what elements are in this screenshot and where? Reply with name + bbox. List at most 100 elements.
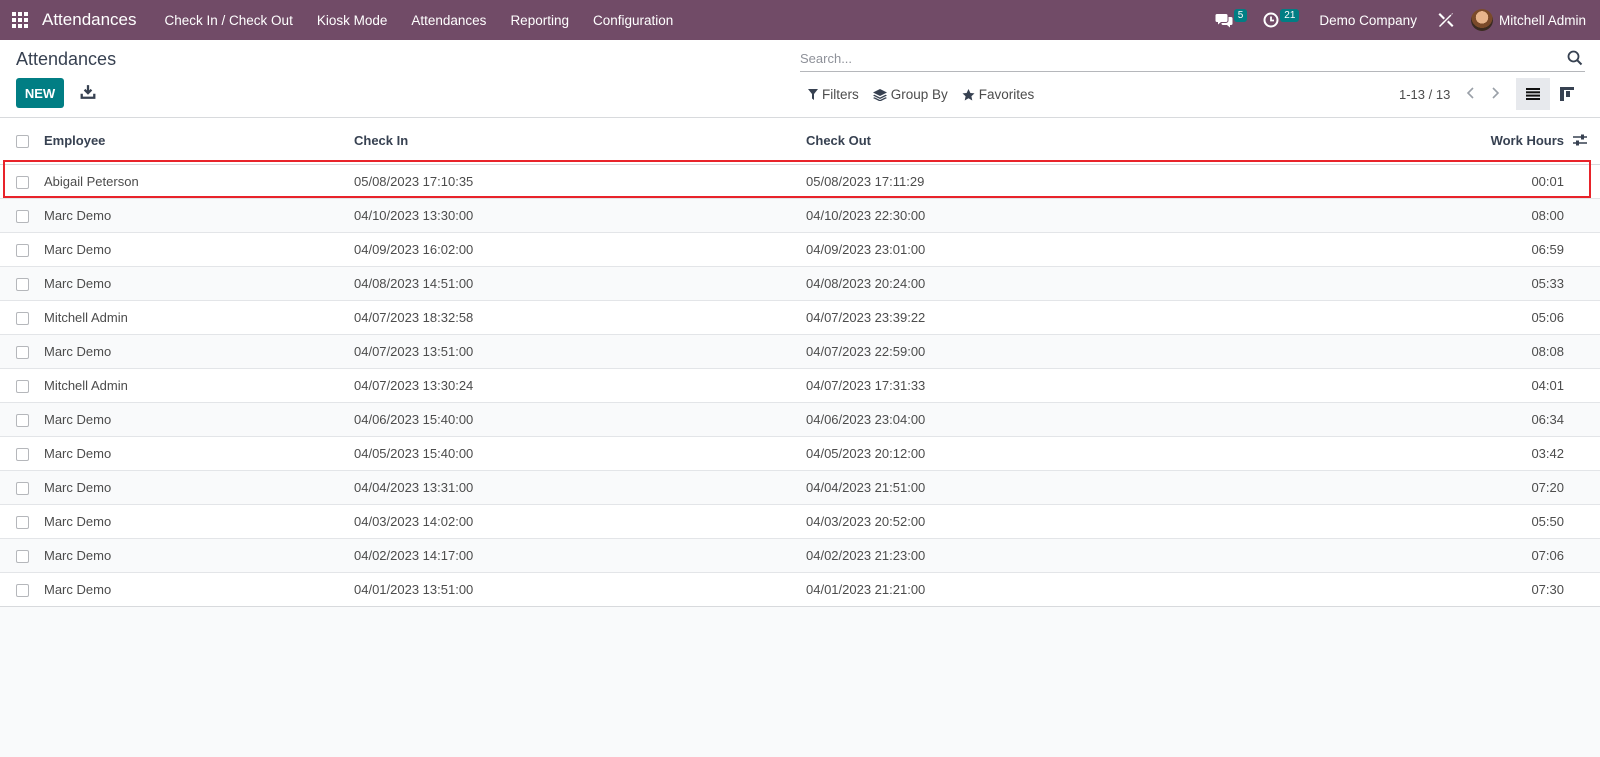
- cell-check-out[interactable]: 04/03/2023 20:52:00: [806, 504, 1420, 538]
- row-checkbox[interactable]: [16, 379, 29, 393]
- cell-work-hours[interactable]: 05:33: [1420, 266, 1600, 300]
- table-row[interactable]: Mitchell Admin 04/07/2023 18:32:58 04/07/2…: [0, 300, 1600, 334]
- cell-employee[interactable]: Mitchell Admin: [44, 300, 354, 334]
- row-checkbox[interactable]: [16, 311, 29, 325]
- table-row[interactable]: Marc Demo 04/03/2023 14:02:00 04/03/2023 2…: [0, 504, 1600, 538]
- cell-employee[interactable]: Marc Demo: [44, 198, 354, 232]
- user-menu[interactable]: Mitchell Admin: [1463, 0, 1600, 40]
- table-row[interactable]: Marc Demo 04/01/2023 13:51:00 04/01/2023 2…: [0, 572, 1600, 606]
- new-button[interactable]: NEW: [16, 78, 64, 108]
- row-checkbox[interactable]: [16, 209, 29, 223]
- cell-employee[interactable]: Marc Demo: [44, 436, 354, 470]
- cell-check-in[interactable]: 04/10/2023 13:30:00: [354, 198, 806, 232]
- table-row[interactable]: Mitchell Admin 04/07/2023 13:30:24 04/07/2…: [0, 368, 1600, 402]
- table-row[interactable]: Abigail Peterson 05/08/2023 17:10:35 05/08…: [0, 164, 1600, 198]
- filters-button[interactable]: Filters: [808, 87, 859, 102]
- row-checkbox[interactable]: [16, 413, 29, 427]
- table-row[interactable]: Marc Demo 04/06/2023 15:40:00 04/06/2023 2…: [0, 402, 1600, 436]
- row-checkbox[interactable]: [16, 515, 29, 529]
- cell-check-in[interactable]: 05/08/2023 17:10:35: [354, 164, 806, 198]
- row-checkbox[interactable]: [16, 345, 29, 359]
- pager-value[interactable]: 1-13 / 13: [1399, 87, 1450, 102]
- cell-check-out[interactable]: 04/02/2023 21:23:00: [806, 538, 1420, 572]
- download-icon[interactable]: [80, 83, 96, 101]
- messages-button[interactable]: 5: [1207, 0, 1256, 40]
- table-row[interactable]: Marc Demo 04/04/2023 13:31:00 04/04/2023 2…: [0, 470, 1600, 504]
- table-row[interactable]: Marc Demo 04/02/2023 14:17:00 04/02/2023 2…: [0, 538, 1600, 572]
- cell-work-hours[interactable]: 05:06: [1420, 300, 1600, 334]
- cell-check-out[interactable]: 04/06/2023 23:04:00: [806, 402, 1420, 436]
- cell-work-hours[interactable]: 08:00: [1420, 198, 1600, 232]
- cell-check-out[interactable]: 04/04/2023 21:51:00: [806, 470, 1420, 504]
- cell-employee[interactable]: Marc Demo: [44, 538, 354, 572]
- cell-check-in[interactable]: 04/01/2023 13:51:00: [354, 572, 806, 606]
- cell-work-hours[interactable]: 08:08: [1420, 334, 1600, 368]
- row-checkbox[interactable]: [16, 175, 29, 189]
- row-checkbox[interactable]: [16, 549, 29, 563]
- cell-employee[interactable]: Mitchell Admin: [44, 368, 354, 402]
- cell-check-out[interactable]: 05/08/2023 17:11:29: [806, 164, 1420, 198]
- cell-check-in[interactable]: 04/03/2023 14:02:00: [354, 504, 806, 538]
- optional-columns-icon[interactable]: [1572, 132, 1588, 148]
- company-switcher[interactable]: Demo Company: [1307, 13, 1429, 28]
- table-row[interactable]: Marc Demo 04/09/2023 16:02:00 04/09/2023 2…: [0, 232, 1600, 266]
- row-checkbox[interactable]: [16, 243, 29, 257]
- cell-check-in[interactable]: 04/09/2023 16:02:00: [354, 232, 806, 266]
- cell-check-out[interactable]: 04/09/2023 23:01:00: [806, 232, 1420, 266]
- cell-check-in[interactable]: 04/02/2023 14:17:00: [354, 538, 806, 572]
- cell-work-hours[interactable]: 07:20: [1420, 470, 1600, 504]
- cell-check-out[interactable]: 04/10/2023 22:30:00: [806, 198, 1420, 232]
- cell-check-out[interactable]: 04/05/2023 20:12:00: [806, 436, 1420, 470]
- cell-check-out[interactable]: 04/07/2023 17:31:33: [806, 368, 1420, 402]
- menu-configuration[interactable]: Configuration: [581, 13, 685, 28]
- cell-check-in[interactable]: 04/08/2023 14:51:00: [354, 266, 806, 300]
- activities-button[interactable]: 21: [1255, 0, 1307, 40]
- cell-employee[interactable]: Marc Demo: [44, 470, 354, 504]
- cell-check-in[interactable]: 04/07/2023 13:51:00: [354, 334, 806, 368]
- cell-check-out[interactable]: 04/01/2023 21:21:00: [806, 572, 1420, 606]
- column-header-check-in[interactable]: Check In: [354, 118, 806, 165]
- cell-check-out[interactable]: 04/08/2023 20:24:00: [806, 266, 1420, 300]
- cell-check-in[interactable]: 04/07/2023 13:30:24: [354, 368, 806, 402]
- chevron-right-icon[interactable]: [1488, 84, 1502, 102]
- cell-employee[interactable]: Marc Demo: [44, 572, 354, 606]
- row-checkbox[interactable]: [16, 583, 29, 597]
- cell-employee[interactable]: Marc Demo: [44, 504, 354, 538]
- select-all-checkbox[interactable]: [16, 135, 29, 149]
- cell-employee[interactable]: Marc Demo: [44, 402, 354, 436]
- cell-check-in[interactable]: 04/05/2023 15:40:00: [354, 436, 806, 470]
- debug-tools-button[interactable]: [1429, 0, 1463, 40]
- table-row[interactable]: Marc Demo 04/10/2023 13:30:00 04/10/2023 2…: [0, 198, 1600, 232]
- search-icon[interactable]: [1567, 50, 1583, 66]
- cell-work-hours[interactable]: 07:06: [1420, 538, 1600, 572]
- cell-work-hours[interactable]: 05:50: [1420, 504, 1600, 538]
- group-by-button[interactable]: Group By: [872, 87, 948, 102]
- table-row[interactable]: Marc Demo 04/08/2023 14:51:00 04/08/2023 2…: [0, 266, 1600, 300]
- table-row[interactable]: Marc Demo 04/05/2023 15:40:00 04/05/2023 2…: [0, 436, 1600, 470]
- table-row[interactable]: Marc Demo 04/07/2023 13:51:00 04/07/2023 2…: [0, 334, 1600, 368]
- cell-employee[interactable]: Marc Demo: [44, 334, 354, 368]
- cell-work-hours[interactable]: 06:59: [1420, 232, 1600, 266]
- app-menu-grid-icon[interactable]: [12, 12, 28, 28]
- row-checkbox[interactable]: [16, 277, 29, 291]
- cell-employee[interactable]: Marc Demo: [44, 232, 354, 266]
- column-header-work-hours[interactable]: Work Hours: [1491, 133, 1564, 148]
- column-header-check-out[interactable]: Check Out: [806, 118, 1420, 165]
- list-view-button[interactable]: [1516, 78, 1550, 110]
- cell-work-hours[interactable]: 00:01: [1420, 164, 1600, 198]
- cell-check-out[interactable]: 04/07/2023 23:39:22: [806, 300, 1420, 334]
- cell-check-in[interactable]: 04/07/2023 18:32:58: [354, 300, 806, 334]
- row-checkbox[interactable]: [16, 481, 29, 495]
- favorites-button[interactable]: Favorites: [962, 87, 1034, 102]
- cell-employee[interactable]: Marc Demo: [44, 266, 354, 300]
- chevron-left-icon[interactable]: [1464, 84, 1478, 102]
- cell-work-hours[interactable]: 04:01: [1420, 368, 1600, 402]
- menu-attendances[interactable]: Attendances: [399, 13, 498, 28]
- app-title[interactable]: Attendances: [38, 10, 141, 30]
- cell-check-out[interactable]: 04/07/2023 22:59:00: [806, 334, 1420, 368]
- search-input[interactable]: [800, 46, 1540, 70]
- menu-check-in-check-out[interactable]: Check In / Check Out: [153, 13, 305, 28]
- cell-work-hours[interactable]: 03:42: [1420, 436, 1600, 470]
- menu-kiosk-mode[interactable]: Kiosk Mode: [305, 13, 400, 28]
- row-checkbox[interactable]: [16, 447, 29, 461]
